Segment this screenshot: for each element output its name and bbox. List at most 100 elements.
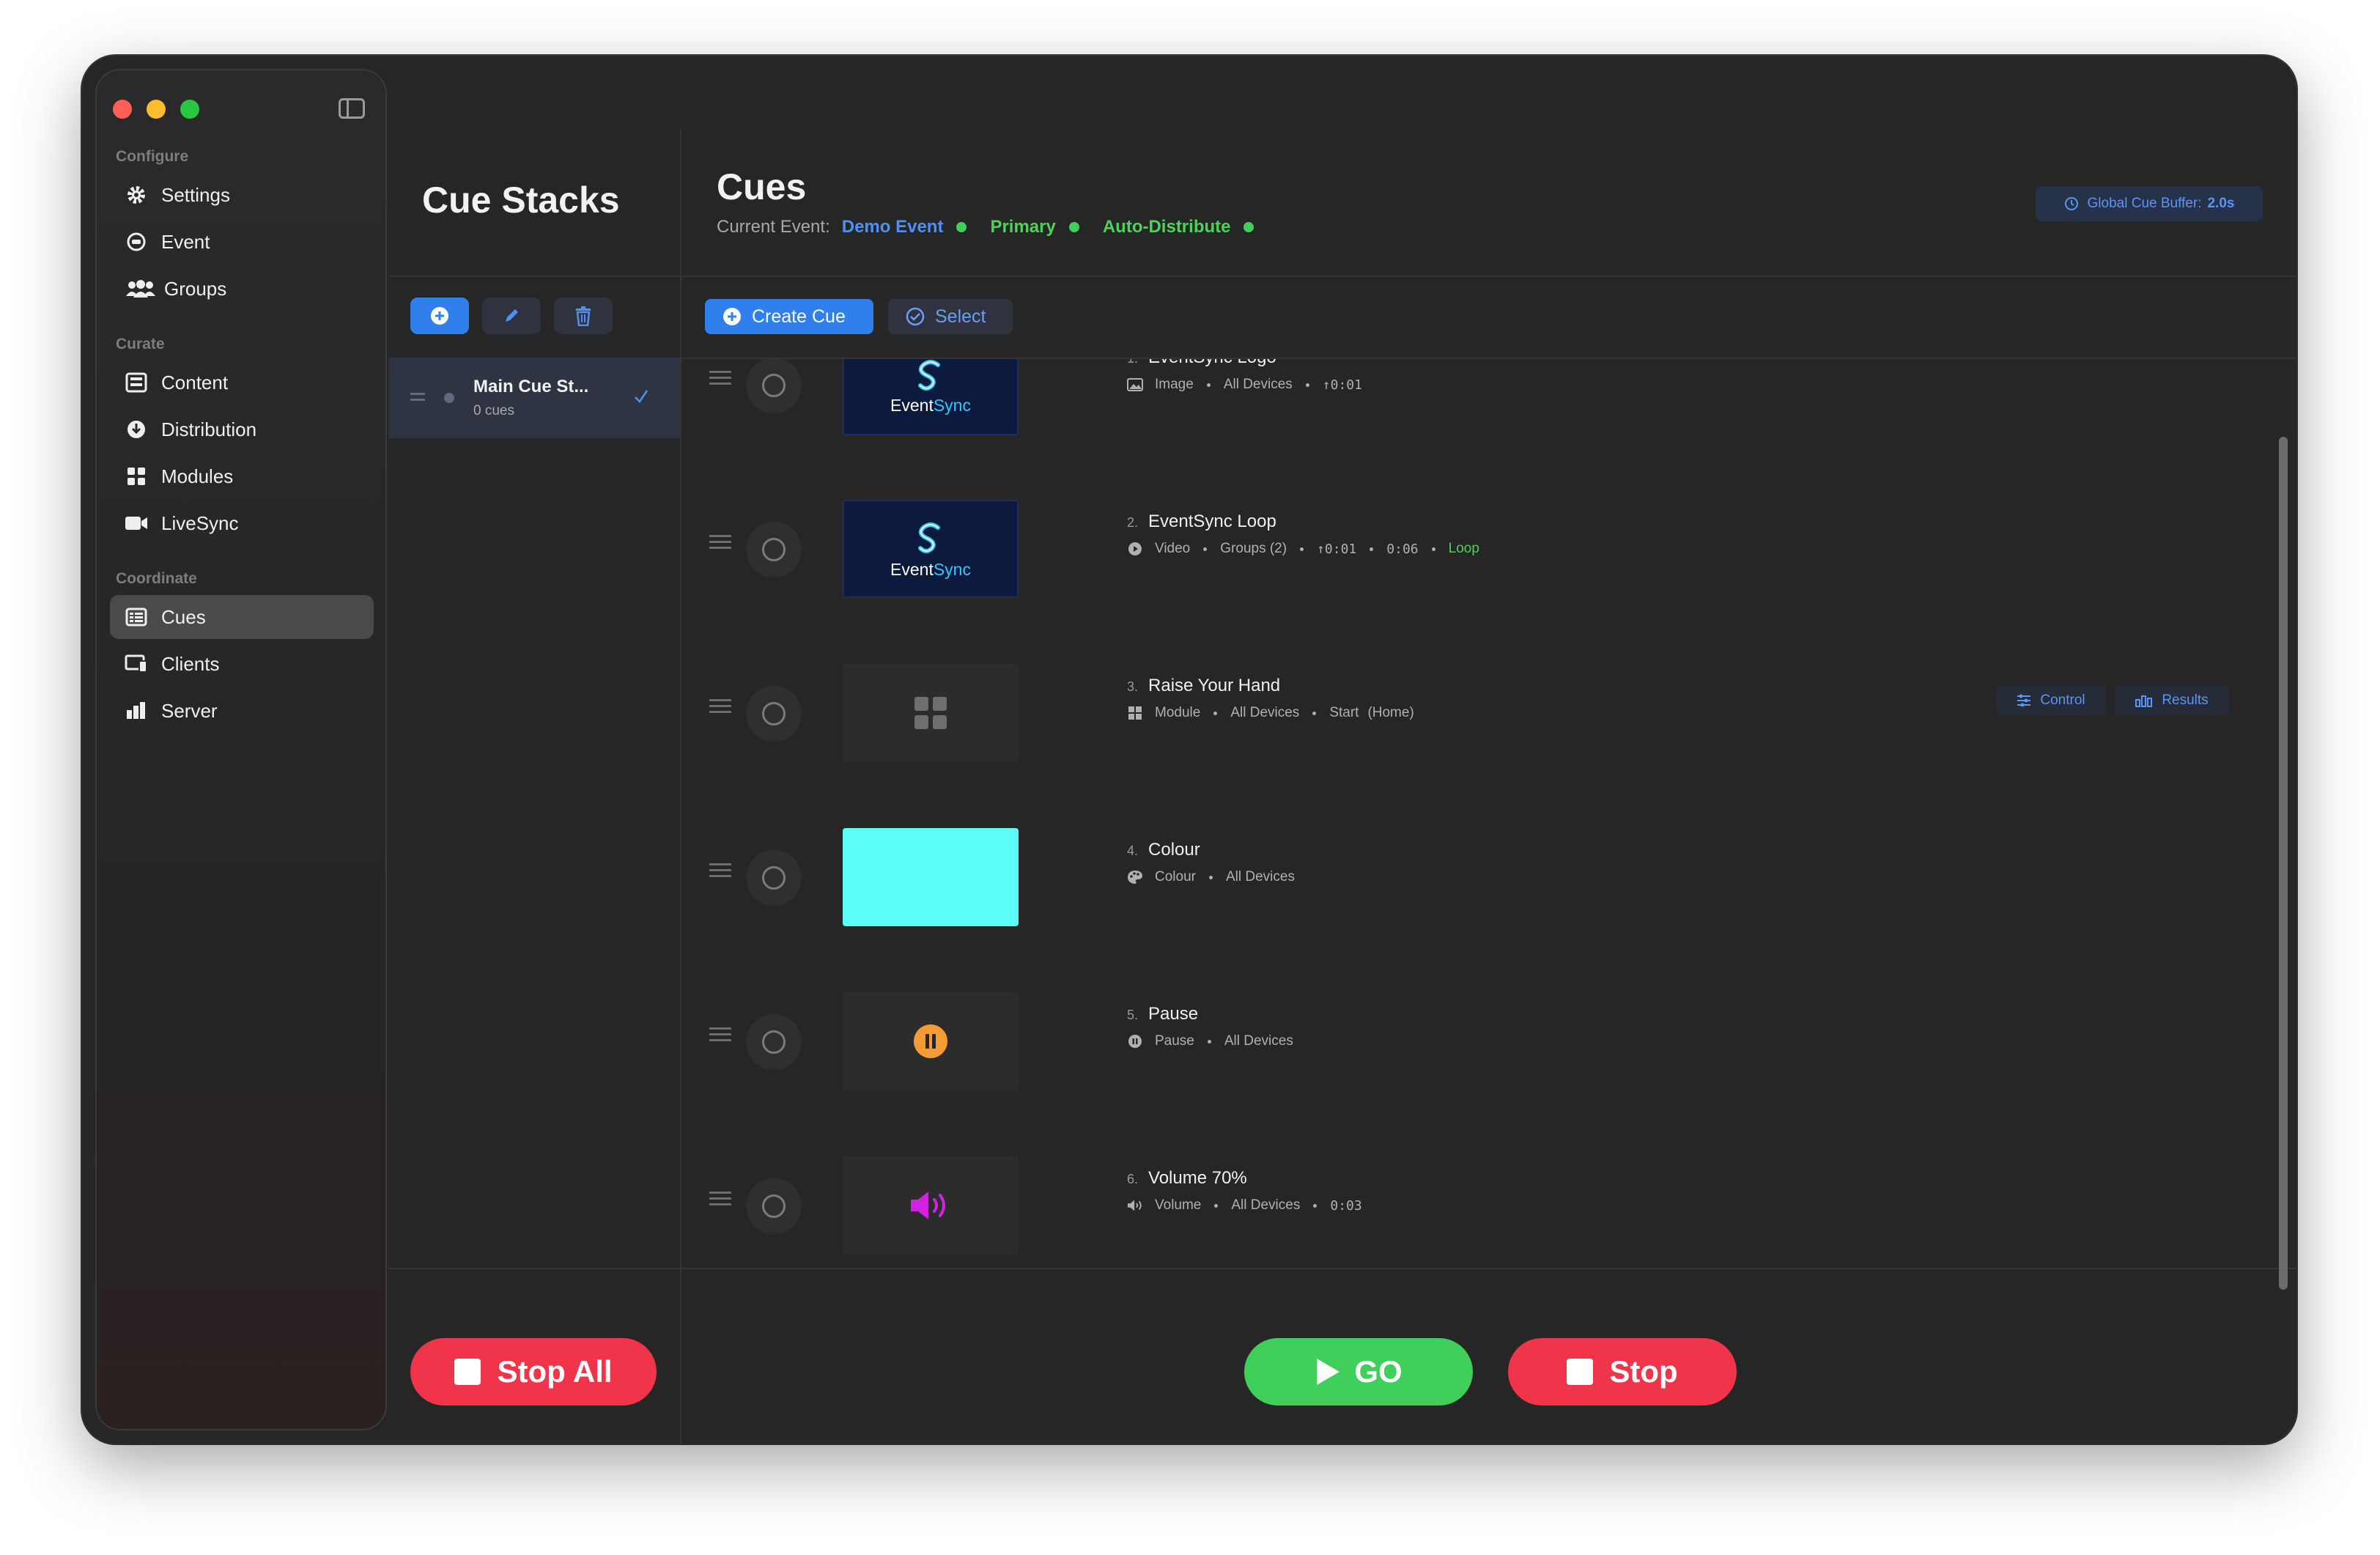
stop-icon	[1567, 1359, 1594, 1385]
sidebar-item-label: LiveSync	[161, 511, 239, 534]
cue-select-circle[interactable]	[746, 359, 802, 413]
stop-button[interactable]: Stop	[1508, 1338, 1737, 1406]
sidebar-section-curate: Curate	[116, 336, 165, 352]
cue-meta: Pause All Devices	[1127, 1033, 1293, 1049]
sidebar-item-settings[interactable]: Settings	[110, 173, 374, 217]
drag-handle-icon[interactable]	[709, 1027, 731, 1045]
edit-stack-button[interactable]	[482, 298, 541, 334]
modules-icon	[125, 465, 148, 488]
buffer-label: Global Cue Buffer:	[2087, 196, 2202, 211]
clients-icon	[125, 652, 148, 676]
stop-all-label: Stop All	[497, 1354, 613, 1389]
select-button[interactable]: Select	[888, 299, 1013, 334]
cue-title: 1.EventSync Logo	[1127, 359, 1276, 368]
zoom-window-button[interactable]	[180, 100, 199, 119]
minimize-window-button[interactable]	[147, 100, 166, 119]
cue-meta: Colour All Devices	[1127, 869, 1295, 885]
sidebar-item-cues[interactable]: Cues	[110, 595, 374, 639]
create-cue-button[interactable]: Create Cue	[705, 299, 873, 334]
sidebar-item-content[interactable]: Content	[110, 361, 374, 405]
stack-status-dot	[444, 393, 454, 403]
speaker-small-icon	[1127, 1197, 1143, 1214]
select-label: Select	[935, 306, 986, 327]
bar-chart-icon	[2135, 695, 2153, 707]
event-status-dot	[956, 222, 967, 232]
cue-title: 5. Pause	[1127, 1004, 1199, 1024]
drag-handle-icon[interactable]	[410, 393, 425, 405]
cue-select-circle[interactable]	[746, 850, 802, 906]
cue-select-circle[interactable]	[746, 1178, 802, 1234]
stop-all-button[interactable]: Stop All	[410, 1338, 657, 1406]
sidebar-item-groups[interactable]: Groups	[110, 267, 374, 311]
checkmark-icon	[635, 390, 648, 403]
go-button[interactable]: GO	[1244, 1338, 1473, 1406]
cue-row-5[interactable]: 5. Pause Pause All Devices	[681, 923, 2220, 1090]
close-window-button[interactable]	[113, 100, 132, 119]
image-icon	[1127, 377, 1143, 393]
cue-row-6[interactable]: 6. Volume 70% Volume All Devices 0:03	[681, 1087, 2220, 1255]
cue-title: 2. EventSync Loop	[1127, 511, 1276, 531]
sidebar-item-label: Server	[161, 699, 218, 722]
check-circle-icon	[906, 307, 925, 326]
drag-handle-icon[interactable]	[709, 371, 731, 388]
gear-icon	[125, 183, 148, 207]
current-event-label: Current Event:	[717, 217, 830, 237]
sidebar-item-label: Content	[161, 371, 229, 394]
add-stack-button[interactable]	[410, 298, 469, 334]
distribution-icon	[125, 418, 148, 441]
cue-title: 3. Raise Your Hand	[1127, 676, 1281, 695]
plus-circle-icon	[431, 307, 448, 325]
app-window: Configure Settings Event Groups Curate C…	[82, 56, 2296, 1444]
auto-distribute-status: Auto-Distribute	[1102, 217, 1231, 237]
event-name-link[interactable]: Demo Event	[842, 217, 944, 237]
clock-icon	[2064, 197, 2078, 210]
pencil-icon	[506, 309, 518, 322]
sidebar-item-label: Settings	[161, 183, 230, 206]
auto-distribute-status-dot	[1243, 222, 1254, 232]
sidebar-item-label: Event	[161, 230, 210, 253]
pause-icon	[914, 1024, 947, 1058]
sidebar-section-configure: Configure	[116, 148, 189, 165]
sidebar-toggle-icon[interactable]	[339, 98, 365, 119]
drag-handle-icon[interactable]	[709, 1192, 731, 1209]
stop-icon	[454, 1359, 481, 1385]
cues-icon	[125, 605, 148, 629]
drag-handle-icon[interactable]	[709, 535, 731, 553]
sidebar-item-modules[interactable]: Modules	[110, 454, 374, 498]
trash-icon	[576, 306, 591, 326]
create-cue-label: Create Cue	[752, 306, 846, 327]
cue-row-4[interactable]: 4. Colour Colour All Devices	[681, 759, 2220, 926]
cue-row-2[interactable]: EventSync 2. EventSync Loop Video Groups …	[681, 431, 2220, 598]
cue-list: EventSync 1.EventSync Logo Image All Dev…	[681, 359, 2296, 1304]
event-icon	[125, 230, 148, 254]
global-cue-buffer-badge[interactable]: Global Cue Buffer: 2.0s	[2036, 186, 2263, 221]
stack-item-main[interactable]: Main Cue St... 0 cues	[388, 358, 680, 438]
cue-list-scrollbar[interactable]	[2279, 437, 2288, 1290]
sidebar-item-label: Groups	[164, 277, 227, 300]
content-icon	[125, 371, 148, 394]
pause-circle-icon	[1127, 1033, 1143, 1049]
drag-handle-icon[interactable]	[709, 863, 731, 881]
cue-meta: Video Groups (2) ↑0:01 0:06 Loop	[1127, 541, 1479, 557]
delete-stack-button[interactable]	[554, 298, 613, 334]
cue-select-circle[interactable]	[746, 522, 802, 577]
speaker-icon	[911, 1192, 945, 1219]
page-title: Cues	[717, 166, 807, 207]
cue-thumbnail-logo: EventSync	[843, 500, 1019, 598]
cue-title: 6. Volume 70%	[1127, 1168, 1247, 1188]
cue-select-circle[interactable]	[746, 686, 802, 742]
primary-status: Primary	[990, 217, 1056, 237]
control-button[interactable]: Control	[1996, 686, 2106, 715]
sidebar-item-livesync[interactable]: LiveSync	[110, 501, 374, 545]
cue-row-1[interactable]: EventSync 1.EventSync Logo Image All Dev…	[681, 359, 2220, 435]
sidebar-item-clients[interactable]: Clients	[110, 642, 374, 686]
sidebar-item-server[interactable]: Server	[110, 689, 374, 733]
cue-select-circle[interactable]	[746, 1014, 802, 1070]
cue-row-3[interactable]: 3. Raise Your Hand Module All Devices Sta…	[681, 595, 2229, 762]
sidebar-item-event[interactable]: Event	[110, 220, 374, 264]
cue-thumbnail-volume	[843, 1156, 1019, 1255]
results-button[interactable]: Results	[2115, 686, 2229, 715]
go-label: GO	[1354, 1354, 1402, 1389]
drag-handle-icon[interactable]	[709, 699, 731, 717]
sidebar-item-distribution[interactable]: Distribution	[110, 407, 374, 451]
